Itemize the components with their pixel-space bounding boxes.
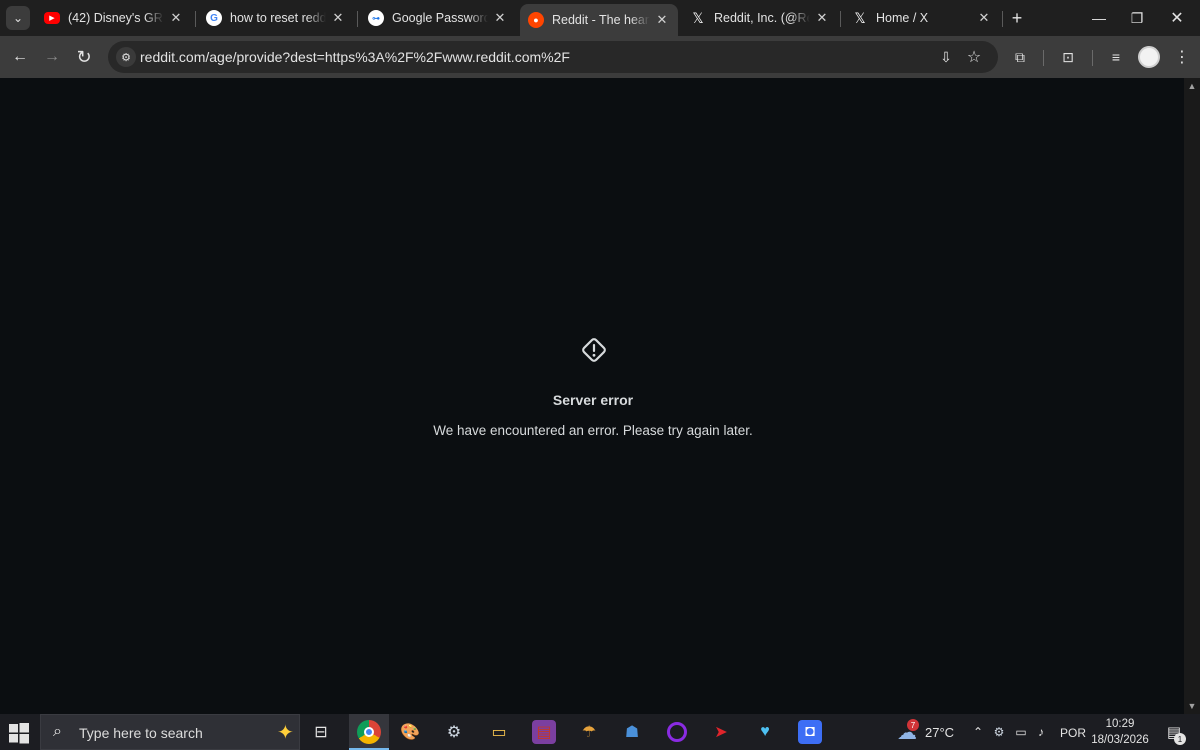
tab-home-x[interactable]: 𝕏 Home / X ✕ bbox=[844, 4, 1000, 32]
search-placeholder: Type here to search bbox=[79, 725, 203, 741]
x-icon: 𝕏 bbox=[854, 9, 866, 26]
weather-temperature[interactable]: 27°C bbox=[925, 725, 954, 740]
close-window-button[interactable]: ✕ bbox=[1154, 0, 1200, 36]
address-bar[interactable]: ⚙ reddit.com/age/provide?dest=https%3A%2… bbox=[108, 41, 998, 73]
google-icon: G bbox=[206, 10, 222, 26]
roblox-icon[interactable]: ◘ bbox=[798, 720, 822, 744]
more-menu-icon[interactable]: ⋮ bbox=[1170, 45, 1194, 69]
launcher-app-icon[interactable]: ➤ bbox=[709, 720, 733, 744]
close-tab-icon[interactable]: ✕ bbox=[654, 12, 670, 28]
scroll-down-icon[interactable]: ▼ bbox=[1184, 698, 1200, 714]
tab-reddit[interactable]: ● Reddit - The heart of the internet ✕ bbox=[520, 4, 678, 36]
new-tab-button[interactable]: + bbox=[1006, 7, 1028, 29]
tab-search-button[interactable]: ⌄ bbox=[6, 6, 30, 30]
assistant-app-icon[interactable]: ♥ bbox=[753, 720, 777, 744]
tab-password-manager[interactable]: ⊶ Google Password Manager ✕ bbox=[360, 4, 516, 32]
error-title: Server error bbox=[552, 392, 634, 408]
windows-start-icon[interactable] bbox=[8, 722, 30, 744]
tab-title: (42) Disney's GREATEST bbox=[68, 11, 164, 25]
arrow-left-icon: ← bbox=[12, 48, 28, 65]
media-control-icon[interactable]: ≡ bbox=[1104, 45, 1128, 69]
language-indicator[interactable]: POR bbox=[1060, 726, 1086, 740]
youtube-icon: ▶ bbox=[44, 12, 60, 24]
close-tab-icon[interactable]: ✕ bbox=[814, 10, 830, 26]
tab-youtube[interactable]: ▶ (42) Disney's GREATEST ✕ bbox=[36, 4, 192, 32]
task-view-icon[interactable]: ⊟ bbox=[309, 720, 333, 744]
close-tab-icon[interactable]: ✕ bbox=[492, 10, 508, 26]
close-tab-icon[interactable]: ✕ bbox=[330, 10, 346, 26]
tab-google-search[interactable]: G how to reset reddit password ✕ bbox=[198, 4, 354, 32]
notification-count: 1 bbox=[1174, 733, 1186, 745]
tab-title: Google Password Manager bbox=[392, 11, 488, 25]
chevron-down-icon: ⌄ bbox=[12, 11, 24, 25]
tab-strip: ⌄ ▶ (42) Disney's GREATEST ✕ G how to re… bbox=[0, 0, 1200, 36]
tab-separator bbox=[1002, 11, 1003, 27]
tab-separator bbox=[840, 11, 841, 27]
search-highlight-icon: ✦ bbox=[277, 722, 294, 744]
volume-icon[interactable]: ♪ bbox=[1032, 720, 1050, 744]
tray-overflow-icon[interactable]: ⌃ bbox=[970, 720, 986, 744]
tab-title: Reddit, Inc. (@Reddit) bbox=[714, 11, 810, 25]
game-app-icon[interactable]: ☂ bbox=[577, 720, 601, 744]
reload-button[interactable]: ↻ bbox=[70, 43, 98, 71]
close-icon: ✕ bbox=[1170, 10, 1184, 27]
circle-app-icon[interactable] bbox=[665, 720, 689, 744]
file-explorer-icon[interactable]: ▭ bbox=[487, 720, 511, 744]
tab-title: how to reset reddit password bbox=[230, 11, 326, 25]
error-message: We have encountered an error. Please try… bbox=[433, 423, 753, 438]
url-text[interactable]: reddit.com/age/provide?dest=https%3A%2F%… bbox=[140, 49, 570, 65]
taskbar-search-box[interactable]: ⌕ Type here to search ✦ bbox=[40, 714, 300, 750]
scroll-up-icon[interactable]: ▲ bbox=[1184, 78, 1200, 94]
toolbar-separator bbox=[1043, 50, 1044, 66]
tab-title: Home / X bbox=[876, 11, 929, 25]
steam-icon[interactable]: ⚙ bbox=[442, 720, 466, 744]
character-app-icon[interactable]: ☗ bbox=[620, 720, 644, 744]
back-button[interactable]: ← bbox=[6, 43, 34, 71]
network-icon[interactable]: ▭ bbox=[1012, 720, 1030, 744]
lens-icon[interactable]: ⊡ bbox=[1056, 45, 1080, 69]
page-content: Server error We have encountered an erro… bbox=[0, 78, 1184, 714]
toolbar-separator bbox=[1092, 50, 1093, 66]
reload-icon: ↻ bbox=[76, 46, 92, 67]
close-tab-icon[interactable]: ✕ bbox=[168, 10, 184, 26]
restore-icon: ❐ bbox=[1130, 9, 1144, 26]
password-manager-icon: ⊶ bbox=[368, 10, 384, 26]
clock-time: 10:29 bbox=[1105, 718, 1135, 730]
weather-badge: 7 bbox=[907, 719, 919, 731]
reddit-icon: ● bbox=[528, 12, 544, 28]
chrome-icon bbox=[357, 720, 381, 744]
winrar-icon[interactable]: ▤ bbox=[532, 720, 556, 744]
bookmark-star-icon[interactable]: ☆ bbox=[964, 47, 984, 67]
warning-icon bbox=[582, 338, 606, 362]
tab-title: Reddit - The heart of the internet bbox=[552, 13, 650, 27]
paint-app-icon[interactable]: 🎨 bbox=[398, 720, 422, 744]
profile-avatar[interactable] bbox=[1138, 46, 1160, 68]
clock[interactable]: 10:29 18/03/2026 bbox=[1088, 716, 1152, 748]
search-icon: ⌕ bbox=[53, 723, 62, 740]
site-info-icon[interactable]: ⚙ bbox=[116, 47, 136, 67]
clock-date: 18/03/2026 bbox=[1091, 734, 1149, 746]
x-icon: 𝕏 bbox=[692, 9, 704, 26]
tab-reddit-x[interactable]: 𝕏 Reddit, Inc. (@Reddit) ✕ bbox=[682, 4, 838, 32]
tab-separator bbox=[357, 11, 358, 27]
forward-button[interactable]: → bbox=[38, 43, 66, 71]
minimize-icon: — bbox=[1092, 10, 1106, 26]
page-scrollbar[interactable]: ▲ ▼ bbox=[1184, 78, 1200, 714]
close-tab-icon[interactable]: ✕ bbox=[976, 10, 992, 26]
steam-tray-icon[interactable]: ⚙ bbox=[990, 720, 1008, 744]
arrow-right-icon: → bbox=[44, 48, 60, 65]
tab-separator bbox=[195, 11, 196, 27]
install-app-icon[interactable]: ⇩ bbox=[936, 47, 956, 67]
browser-toolbar: ← → ↻ ⚙ reddit.com/age/provide?dest=http… bbox=[0, 36, 1200, 78]
taskbar: ⌕ Type here to search ✦ ⊟ 🎨 ⚙ ▭ ▤ ☂ ☗ ➤ … bbox=[0, 714, 1200, 750]
extensions-icon[interactable]: ⧉ bbox=[1008, 45, 1032, 69]
